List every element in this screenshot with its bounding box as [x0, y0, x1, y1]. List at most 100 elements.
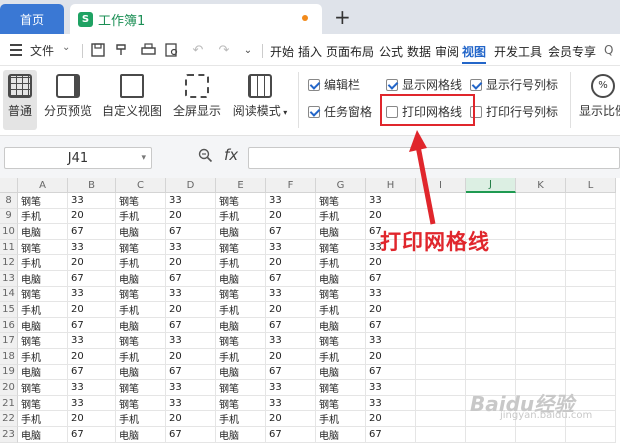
cell[interactable]: 67 [366, 364, 416, 381]
normal-view-button[interactable]: 普通 [3, 70, 37, 130]
cell[interactable]: 33 [266, 239, 316, 256]
cell[interactable]: 20 [366, 302, 416, 318]
tab-developer[interactable]: 开发工具 [494, 43, 542, 60]
cell[interactable]: 33 [166, 333, 216, 349]
column-header-g[interactable]: G [316, 178, 366, 193]
cell[interactable]: 33 [166, 395, 216, 412]
cell[interactable] [416, 380, 466, 396]
row-header[interactable]: 9 [0, 208, 18, 225]
cell[interactable]: 手机 [116, 255, 166, 271]
cell[interactable]: 手机 [18, 208, 68, 225]
cell[interactable] [416, 395, 466, 412]
cell[interactable]: 20 [266, 349, 316, 365]
cell[interactable]: 手机 [316, 411, 366, 427]
cell[interactable] [516, 255, 566, 271]
cell[interactable]: 33 [68, 239, 116, 256]
cell[interactable] [466, 193, 516, 209]
redo-icon[interactable]: ↷ [216, 42, 232, 58]
tab-view[interactable]: 视图 [462, 43, 487, 64]
row-header[interactable]: 16 [0, 317, 18, 334]
tab-home[interactable]: 首页 [0, 4, 64, 34]
cell[interactable]: 电脑 [316, 364, 366, 381]
cell[interactable]: 电脑 [216, 271, 266, 287]
cell[interactable]: 33 [68, 193, 116, 209]
cell[interactable]: 33 [166, 286, 216, 303]
cell[interactable]: 电脑 [18, 317, 68, 334]
cell[interactable] [466, 349, 516, 365]
cell[interactable]: 手机 [116, 208, 166, 225]
cell[interactable]: 电脑 [116, 271, 166, 287]
cell[interactable]: 20 [366, 411, 416, 427]
cell[interactable] [466, 427, 516, 443]
row-header[interactable]: 21 [0, 395, 18, 412]
cell[interactable]: 33 [68, 333, 116, 349]
cell[interactable]: 20 [266, 302, 316, 318]
cell[interactable]: 67 [366, 317, 416, 334]
undo-icon[interactable]: ↶ [190, 42, 206, 58]
cell[interactable]: 33 [266, 286, 316, 303]
row-header[interactable]: 23 [0, 427, 18, 443]
cell[interactable] [416, 411, 466, 427]
cell[interactable] [566, 349, 616, 365]
cell[interactable]: 67 [68, 364, 116, 381]
cell[interactable] [566, 427, 616, 443]
cell[interactable]: 20 [68, 208, 116, 225]
cell[interactable] [566, 302, 616, 318]
cell[interactable]: 钢笔 [316, 333, 366, 349]
cell[interactable]: 67 [266, 224, 316, 240]
cell[interactable]: 钢笔 [216, 239, 266, 256]
row-header[interactable]: 17 [0, 333, 18, 349]
cell[interactable]: 电脑 [216, 427, 266, 443]
cell[interactable]: 电脑 [216, 364, 266, 381]
cell[interactable] [516, 349, 566, 365]
cell[interactable]: 钢笔 [116, 193, 166, 209]
cell[interactable]: 20 [366, 255, 416, 271]
cell[interactable] [566, 239, 616, 256]
cell[interactable]: 67 [366, 427, 416, 443]
row-header[interactable]: 19 [0, 364, 18, 381]
cell[interactable]: 33 [68, 380, 116, 396]
cell[interactable] [516, 317, 566, 334]
cell[interactable]: 67 [68, 224, 116, 240]
cell[interactable]: 电脑 [316, 317, 366, 334]
cell[interactable]: 67 [266, 271, 316, 287]
cell[interactable]: 电脑 [18, 271, 68, 287]
cell[interactable]: 手机 [216, 349, 266, 365]
row-header[interactable]: 14 [0, 286, 18, 303]
cell[interactable]: 20 [266, 255, 316, 271]
cell[interactable] [416, 302, 466, 318]
zoom-button[interactable]: % 显示比例 [578, 70, 620, 119]
file-menu[interactable]: 文件 [30, 42, 54, 59]
cell[interactable] [416, 286, 466, 303]
cell[interactable]: 电脑 [18, 427, 68, 443]
row-header[interactable]: 8 [0, 193, 18, 209]
column-header-e[interactable]: E [216, 178, 266, 193]
show-headers-checkbox[interactable]: 显示行号列标 [470, 76, 558, 93]
cell[interactable]: 33 [366, 333, 416, 349]
cell[interactable]: 钢笔 [116, 333, 166, 349]
cell[interactable]: 手机 [116, 411, 166, 427]
cell[interactable] [466, 364, 516, 381]
cell[interactable]: 钢笔 [116, 239, 166, 256]
cell[interactable] [566, 193, 616, 209]
cell[interactable]: 手机 [116, 302, 166, 318]
cell[interactable] [516, 302, 566, 318]
cell[interactable]: 电脑 [116, 427, 166, 443]
cell[interactable]: 手机 [216, 302, 266, 318]
cell[interactable]: 33 [266, 333, 316, 349]
column-header-k[interactable]: K [516, 178, 566, 193]
cell[interactable]: 手机 [316, 208, 366, 225]
tab-page-layout[interactable]: 页面布局 [326, 43, 374, 60]
hamburger-icon[interactable] [10, 44, 22, 59]
cell[interactable] [516, 239, 566, 256]
cell[interactable]: 钢笔 [216, 193, 266, 209]
cell[interactable] [566, 333, 616, 349]
cell[interactable]: 20 [266, 208, 316, 225]
cell[interactable]: 手机 [316, 255, 366, 271]
row-header[interactable]: 20 [0, 380, 18, 396]
cell[interactable]: 20 [366, 349, 416, 365]
cell[interactable]: 钢笔 [316, 380, 366, 396]
cell[interactable] [466, 317, 516, 334]
cell[interactable]: 67 [166, 271, 216, 287]
cell[interactable]: 67 [166, 364, 216, 381]
